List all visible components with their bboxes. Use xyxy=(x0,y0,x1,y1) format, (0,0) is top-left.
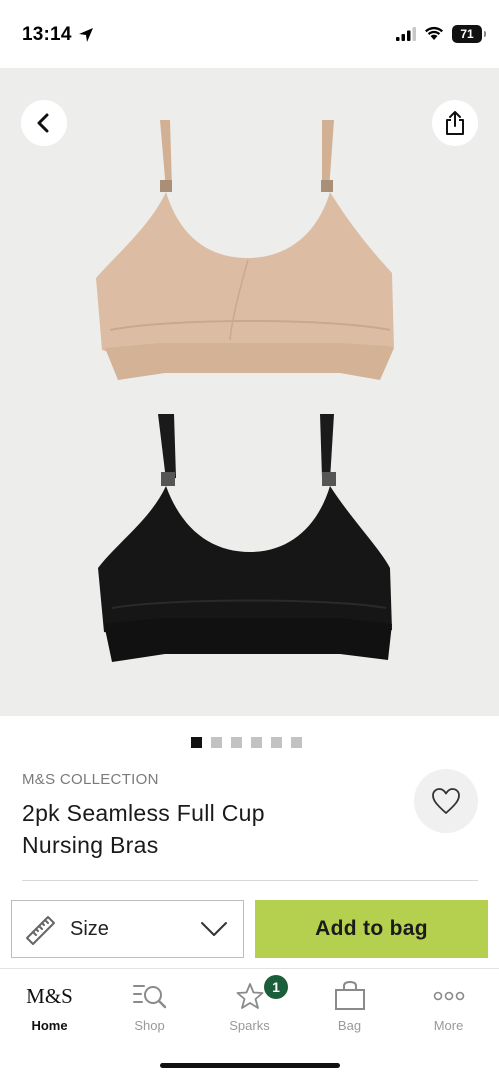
tab-more-label: More xyxy=(433,1018,464,1033)
wishlist-button[interactable] xyxy=(414,769,478,833)
product-title: 2pk Seamless Full Cup Nursing Bras xyxy=(22,800,265,858)
heart-icon xyxy=(432,788,460,814)
location-arrow-icon xyxy=(79,28,93,42)
status-bar: 13:14 71 xyxy=(0,0,499,68)
product-brand: M&S COLLECTION xyxy=(22,771,159,788)
tab-sparks-label: Sparks xyxy=(229,1018,270,1033)
product-image xyxy=(96,120,394,662)
add-to-bag-button[interactable]: Add to bag xyxy=(255,900,488,958)
ms-logo: M&S xyxy=(26,983,73,1008)
ms-logo-icon: M&S xyxy=(0,981,99,1011)
battery-indicator: 71 xyxy=(452,25,486,43)
black-bra-illustration xyxy=(98,414,392,662)
share-icon xyxy=(446,111,464,135)
carousel-dot-active[interactable] xyxy=(191,737,202,748)
chevron-down-icon xyxy=(201,922,227,936)
tab-bag-label: Bag xyxy=(337,1018,362,1033)
tab-home-label: Home xyxy=(31,1018,68,1033)
share-button[interactable] xyxy=(432,100,478,146)
carousel-dot[interactable] xyxy=(251,737,262,748)
tab-home[interactable]: M&S Home xyxy=(0,969,99,1039)
cellular-signal-icon xyxy=(396,27,416,41)
divider xyxy=(22,880,478,881)
carousel-dot[interactable] xyxy=(231,737,242,748)
more-dots-icon xyxy=(433,991,464,1001)
carousel-dot[interactable] xyxy=(291,737,302,748)
tab-more[interactable]: More xyxy=(399,969,498,1039)
ruler-icon xyxy=(26,916,55,945)
tab-shop-label: Shop xyxy=(134,1018,165,1033)
chevron-left-icon xyxy=(37,113,49,133)
size-label: Size xyxy=(70,918,109,940)
product-image-carousel[interactable] xyxy=(0,68,499,716)
nude-bra-illustration xyxy=(96,120,394,380)
shop-search-icon xyxy=(132,985,166,1009)
size-selector[interactable]: Size xyxy=(11,900,244,958)
carousel-dot[interactable] xyxy=(211,737,222,748)
back-button[interactable] xyxy=(21,100,67,146)
tab-bag[interactable]: Bag xyxy=(300,969,399,1039)
carousel-dot[interactable] xyxy=(271,737,282,748)
status-time: 13:14 xyxy=(22,24,72,45)
sparks-star-icon xyxy=(236,983,263,1009)
sparks-notification-badge: 1 xyxy=(264,975,288,999)
tab-shop[interactable]: Shop xyxy=(100,969,199,1039)
carousel-pagination xyxy=(191,737,302,748)
home-indicator xyxy=(160,1063,340,1068)
bag-icon xyxy=(334,981,365,1010)
tab-sparks[interactable]: 1 Sparks xyxy=(200,969,299,1039)
wifi-icon xyxy=(425,26,443,40)
